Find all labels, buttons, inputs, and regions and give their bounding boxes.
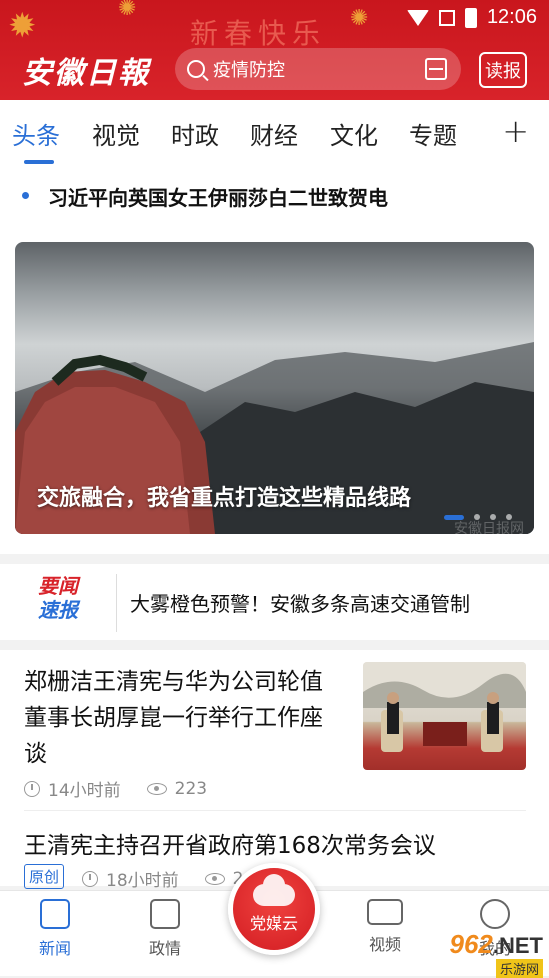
news-item-meta: 14小时前 223 [24, 776, 207, 801]
category-tabs: 头条 视觉 时政 财经 文化 专题 + [0, 100, 549, 168]
clock-icon [82, 870, 98, 887]
news-item-thumbnail[interactable] [363, 662, 526, 770]
active-tab-indicator [24, 160, 54, 164]
site-watermark-badge: 962.NET 乐游网 [449, 929, 543, 978]
app-logo: 安徽日報 [22, 56, 150, 91]
app-header: ✺ ✺ ✹ 新春快乐 12:06 安徽日報 疫情防控 读报 [0, 0, 549, 100]
divider [116, 574, 117, 632]
news-item-time: 14小时前 [48, 781, 121, 801]
flash-text: 大雾橙色预警！安徽多条高速交通管制 [130, 592, 470, 616]
nav-news[interactable]: 新闻 [20, 899, 90, 959]
news-flash[interactable]: 要闻 速报 大雾橙色预警！安徽多条高速交通管制 [0, 564, 549, 640]
meeting-photo [363, 662, 526, 752]
bullet-dot [22, 192, 29, 199]
hero-title: 交旅融合，我省重点打造这些精品线路 [37, 486, 412, 511]
news-item-meta: 18小时前 26 [82, 866, 254, 891]
star-document-icon [150, 899, 180, 929]
party-media-cloud-button[interactable]: 党媒云 [228, 863, 320, 955]
eye-icon [146, 782, 167, 795]
festive-greeting: 新春快乐 [190, 17, 327, 50]
search-placeholder: 疫情防控 [213, 60, 285, 81]
nav-news-label: 新闻 [38, 939, 71, 958]
scan-icon[interactable] [425, 58, 447, 80]
search-icon [187, 60, 205, 78]
firework-decoration: ✺ [118, 0, 137, 21]
top-headline[interactable]: 习近平向英国女王伊丽莎白二世致贺电 [0, 168, 549, 224]
search-bar[interactable]: 疫情防控 [175, 48, 461, 90]
clock-icon [24, 780, 40, 797]
user-icon [480, 899, 510, 929]
tab-headlines[interactable]: 头条 [12, 116, 60, 151]
flash-logo: 要闻 速报 [38, 574, 110, 622]
nav-politics-label: 政情 [148, 939, 181, 958]
hero-section: 交旅融合，我省重点打造这些精品线路 安徽日报网 [0, 224, 549, 554]
cloud-icon [253, 874, 295, 906]
nav-politics[interactable]: 政情 [130, 899, 200, 959]
flash-logo-line1: 要闻 [38, 574, 78, 598]
watermark-number: 962 [449, 929, 493, 959]
tab-culture[interactable]: 文化 [330, 116, 378, 151]
hero-carousel[interactable]: 交旅融合，我省重点打造这些精品线路 安徽日报网 [15, 242, 534, 534]
tab-visual[interactable]: 视觉 [92, 116, 140, 151]
news-icon [40, 899, 70, 929]
news-item-time: 18小时前 [106, 871, 179, 891]
firework-decoration: ✹ [8, 6, 37, 46]
center-button-label: 党媒云 [249, 914, 298, 933]
watermark-sub: 乐游网 [495, 959, 543, 978]
tab-special[interactable]: 专题 [409, 116, 457, 151]
original-badge: 原创 [24, 864, 65, 889]
battery-icon [464, 7, 477, 28]
flash-logo-line2: 速报 [38, 598, 78, 622]
image-watermark: 安徽日报网 [454, 521, 524, 534]
read-paper-button[interactable]: 读报 [479, 52, 527, 88]
no-signal-icon [438, 9, 455, 26]
watermark-net: .NET [492, 933, 543, 958]
eye-icon [204, 872, 225, 885]
news-feed: 郑栅洁王清宪与华为公司轮值董事长胡厚崑一行举行工作座谈 14小时前 223 王清… [0, 650, 549, 891]
video-icon [367, 899, 403, 925]
add-tab-icon[interactable]: + [502, 112, 529, 150]
top-headline-text: 习近平向英国女王伊丽莎白二世致贺电 [48, 186, 388, 210]
nav-video[interactable]: 视频 [350, 899, 420, 955]
status-bar: 12:06 [406, 6, 537, 29]
news-item-title[interactable]: 王清宪主持召开省政府第168次常务会议 [24, 826, 436, 860]
news-item-title[interactable]: 郑栅洁王清宪与华为公司轮值董事长胡厚崑一行举行工作座谈 [24, 664, 334, 772]
tab-finance[interactable]: 财经 [250, 116, 298, 151]
tab-politics[interactable]: 时政 [171, 116, 219, 151]
firework-decoration: ✺ [350, 6, 369, 31]
bottom-navigation: 新闻 政情 党媒云 视频 我的 962.NET 乐游网 [0, 863, 549, 978]
status-time: 12:06 [486, 6, 537, 28]
divider [24, 810, 526, 811]
nav-video-label: 视频 [368, 935, 401, 954]
news-item-views: 223 [174, 778, 208, 799]
wifi-icon [406, 9, 429, 26]
